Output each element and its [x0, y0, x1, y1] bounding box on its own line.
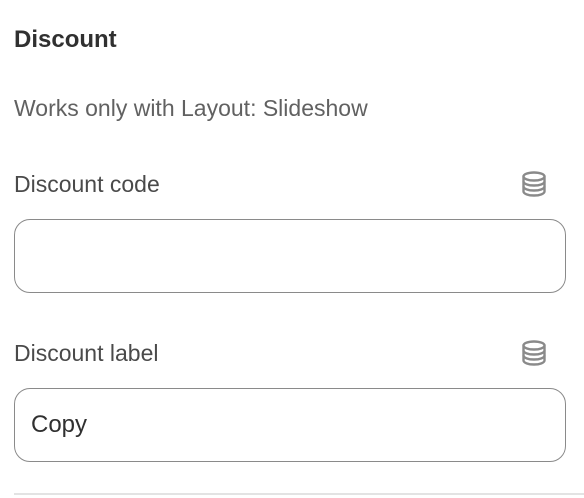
section-divider [14, 493, 584, 495]
section-title: Discount [14, 26, 117, 53]
discount-code-input[interactable] [14, 219, 566, 293]
database-icon [522, 340, 546, 366]
database-icon [522, 171, 546, 197]
discount-code-dynamic-source-button[interactable] [518, 168, 550, 200]
section-helper-text: Works only with Layout: Slideshow [14, 95, 368, 121]
discount-label-dynamic-source-button[interactable] [518, 337, 550, 369]
discount-settings-panel: Discount Works only with Layout: Slidesh… [0, 0, 584, 498]
discount-code-label: Discount code [14, 171, 160, 197]
discount-label-label: Discount label [14, 340, 159, 366]
discount-label-input[interactable] [14, 388, 566, 462]
